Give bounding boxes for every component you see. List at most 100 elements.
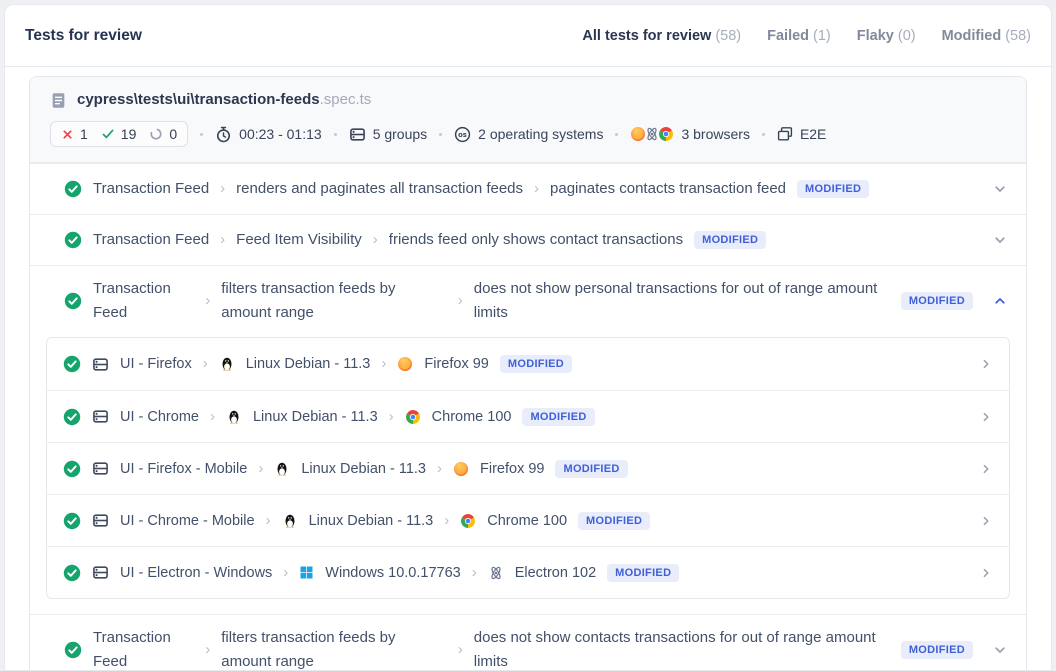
status-badge: MODIFIED <box>578 512 650 530</box>
status-passed-icon <box>63 355 81 373</box>
passed-count: 19 <box>101 126 137 142</box>
dot-separator <box>200 133 203 136</box>
test-row-header[interactable]: Transaction Feed renders and paginates a… <box>30 164 1026 214</box>
run-row[interactable]: UI - Chrome Linux Debian - 11.3 Chrome 1… <box>47 390 1009 442</box>
run-row[interactable]: UI - Firefox Linux Debian - 11.3 Firefox… <box>47 338 1009 390</box>
test-row: Transaction Feed renders and paginates a… <box>30 163 1026 214</box>
open-run-button[interactable] <box>979 410 993 424</box>
run-row[interactable]: UI - Electron - Windows Windows 10.0.177… <box>47 546 1009 598</box>
breadcrumb-separator <box>437 460 442 478</box>
chevron-down-icon <box>992 642 1008 658</box>
pass-check-icon <box>101 127 115 141</box>
status-passed-icon <box>63 564 81 582</box>
tab-label: Flaky <box>857 28 894 44</box>
test-crumb: Transaction Feed <box>93 277 194 325</box>
e2e-icon <box>777 126 793 142</box>
run-browser: Chrome 100 <box>432 409 512 425</box>
open-run-button[interactable] <box>979 357 993 371</box>
test-crumb: filters transaction feeds by amount rang… <box>221 277 447 325</box>
tab-all-tests[interactable]: All tests for review(58) <box>582 28 741 44</box>
failed-count: 1 <box>61 126 88 142</box>
breadcrumb-separator <box>258 460 263 478</box>
fail-x-icon <box>61 128 74 141</box>
test-crumb: paginates contacts transaction feed <box>550 177 786 201</box>
group-icon <box>92 512 109 529</box>
chevron-right-icon <box>979 357 993 371</box>
run-row[interactable]: UI - Chrome - Mobile Linux Debian - 11.3… <box>47 494 1009 546</box>
test-crumb: friends feed only shows contact transact… <box>389 228 683 252</box>
file-icon <box>50 92 67 109</box>
chevron-down-icon <box>992 181 1008 197</box>
skip-icon <box>149 127 163 141</box>
linux-icon <box>219 356 235 372</box>
run-browser: Chrome 100 <box>487 513 567 529</box>
breadcrumb-separator <box>283 564 288 582</box>
chevron-right-icon <box>979 410 993 424</box>
linux-icon <box>274 461 290 477</box>
tab-label: All tests for review <box>582 28 711 44</box>
breadcrumb-separator <box>458 292 463 310</box>
dot-separator <box>439 133 442 136</box>
run-row[interactable]: UI - Firefox - Mobile Linux Debian - 11.… <box>47 442 1009 494</box>
spec-header: cypress\tests\ui\transaction-feeds.spec.… <box>30 77 1026 163</box>
open-run-button[interactable] <box>979 462 993 476</box>
breadcrumb-separator <box>472 564 477 582</box>
spec-stats: 1 19 0 00:23 - 01:1 <box>50 121 1006 147</box>
test-row-header[interactable]: Transaction Feed Feed Item Visibility fr… <box>30 215 1026 265</box>
tab-label: Modified <box>942 28 1002 44</box>
status-passed-icon <box>64 231 82 249</box>
windows-icon <box>299 565 314 580</box>
status-passed-icon <box>64 641 82 659</box>
chevron-right-icon <box>979 514 993 528</box>
run-os: Linux Debian - 11.3 <box>309 513 434 529</box>
spec-file-ext: .spec.ts <box>320 91 372 108</box>
tab-failed[interactable]: Failed(1) <box>767 28 831 44</box>
chrome-icon <box>460 513 476 529</box>
status-badge: MODIFIED <box>797 180 869 198</box>
test-crumb: filters transaction feeds by amount rang… <box>221 626 447 671</box>
test-crumb: does not show personal transactions for … <box>474 277 890 325</box>
breadcrumb-separator <box>210 408 215 426</box>
test-row-header[interactable]: Transaction Feed filters transaction fee… <box>30 266 1026 336</box>
spec-file: cypress\tests\ui\transaction-feeds.spec.… <box>50 91 1006 109</box>
status-badge: MODIFIED <box>555 460 627 478</box>
run-os: Linux Debian - 11.3 <box>301 461 426 477</box>
spec-card: cypress\tests\ui\transaction-feeds.spec.… <box>29 76 1027 671</box>
chevron-right-icon <box>979 462 993 476</box>
breadcrumb-separator <box>389 408 394 426</box>
status-badge: MODIFIED <box>694 231 766 249</box>
test-row: Transaction Feed filters transaction fee… <box>30 614 1026 671</box>
status-passed-icon <box>63 512 81 530</box>
status-badge: MODIFIED <box>901 292 973 310</box>
breadcrumb-separator <box>444 512 449 530</box>
tab-count: (0) <box>898 28 916 44</box>
status-passed-icon <box>63 408 81 426</box>
expand-button[interactable] <box>992 181 1008 197</box>
open-run-button[interactable] <box>979 514 993 528</box>
expand-button[interactable] <box>992 232 1008 248</box>
tab-flaky[interactable]: Flaky(0) <box>857 28 916 44</box>
breadcrumb-separator <box>373 231 378 249</box>
status-badge: MODIFIED <box>522 408 594 426</box>
test-crumb: renders and paginates all transaction fe… <box>236 177 523 201</box>
browser-icons <box>630 126 674 142</box>
test-crumb: Transaction Feed <box>93 626 194 671</box>
tab-label: Failed <box>767 28 809 44</box>
breadcrumb-separator <box>381 355 386 373</box>
results-pill: 1 19 0 <box>50 121 188 147</box>
filter-tabs: All tests for review(58) Failed(1) Flaky… <box>582 28 1031 44</box>
run-group: UI - Chrome - Mobile <box>120 513 255 529</box>
test-row-expanded: Transaction Feed filters transaction fee… <box>30 265 1026 599</box>
breadcrumb-separator <box>205 641 210 659</box>
duration-stat: 00:23 - 01:13 <box>215 126 322 143</box>
tab-count: (1) <box>813 28 831 44</box>
groups-stat: 5 groups <box>349 126 427 143</box>
expand-button[interactable] <box>992 642 1008 658</box>
linux-icon <box>282 513 298 529</box>
dot-separator <box>615 133 618 136</box>
tab-modified[interactable]: Modified(58) <box>942 28 1031 44</box>
test-crumb: Transaction Feed <box>93 228 209 252</box>
collapse-button[interactable] <box>992 293 1008 309</box>
open-run-button[interactable] <box>979 566 993 580</box>
test-row-header[interactable]: Transaction Feed filters transaction fee… <box>30 615 1026 671</box>
